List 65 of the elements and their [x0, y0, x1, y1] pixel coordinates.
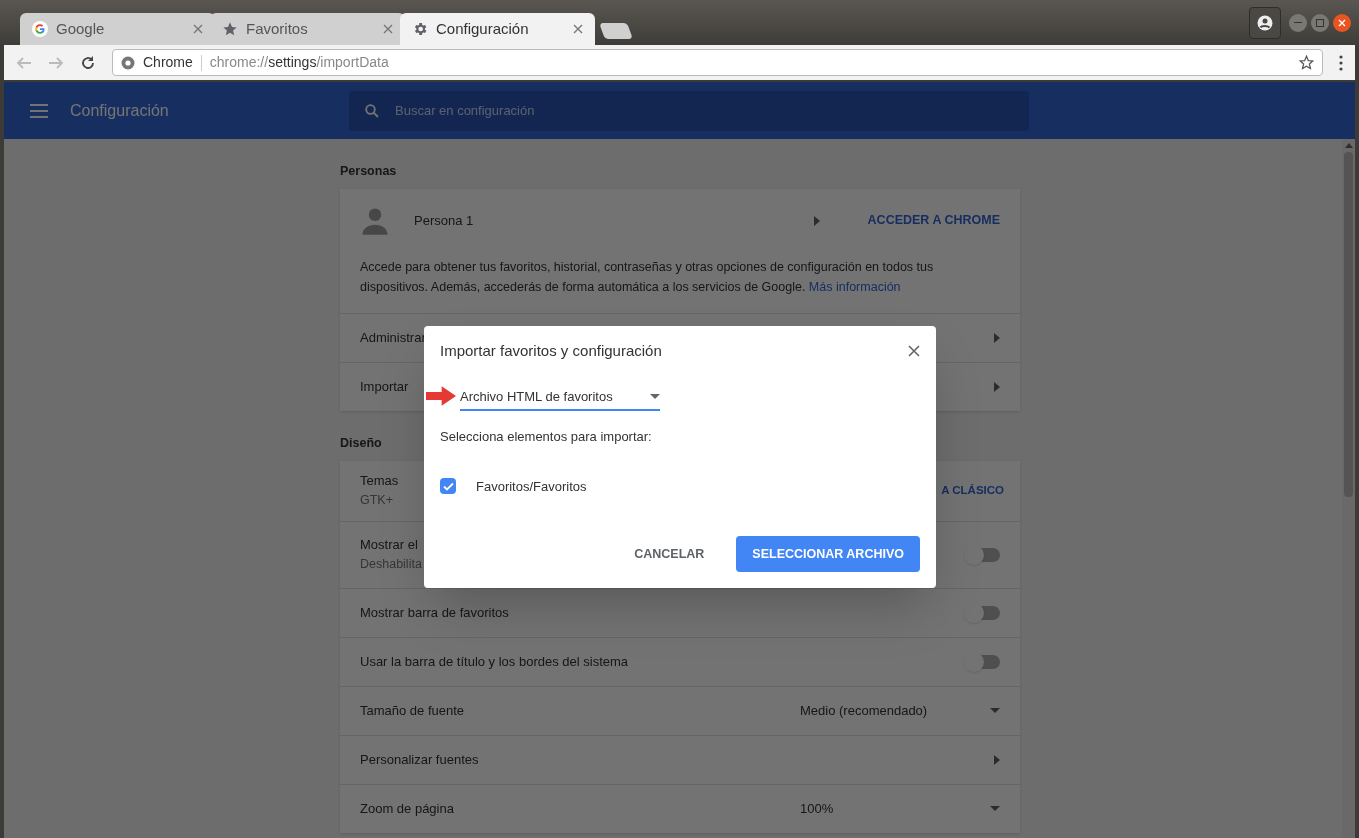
checkbox[interactable]: [440, 478, 456, 495]
menu-icon[interactable]: [30, 103, 48, 118]
chrome-page-icon: [121, 55, 135, 70]
dropdown[interactable]: Medio (recomendado): [800, 700, 1000, 721]
bookmark-star-icon[interactable]: [1299, 55, 1314, 70]
new-tab-button[interactable]: [599, 23, 633, 39]
section-title: Diseño: [340, 434, 382, 452]
select-file-button[interactable]: SELECCIONAR ARCHIVO: [736, 536, 920, 572]
page-title: Configuración: [70, 100, 170, 121]
gear-icon: [412, 21, 428, 37]
reload-icon[interactable]: [80, 54, 96, 71]
source-dropdown[interactable]: Archivo HTML de favoritos: [460, 386, 660, 411]
site-label: Chrome: [143, 53, 193, 72]
toggle-switch[interactable]: [966, 547, 1000, 562]
caret-icon: [994, 332, 1000, 343]
classic-theme-button[interactable]: A CLÁSICO: [941, 481, 1004, 500]
sign-in-link[interactable]: ACCEDER A CHROME: [867, 211, 1000, 231]
setting-label[interactable]: Administrar: [360, 328, 426, 348]
setting-label[interactable]: Importar: [360, 377, 409, 397]
dropdown[interactable]: 100%: [800, 798, 1000, 819]
person-icon: [1257, 14, 1273, 31]
profile-button[interactable]: [1249, 6, 1281, 39]
setting-label[interactable]: Personalizar fuentes: [360, 749, 479, 770]
setting-label: Tamaño de fuente: [360, 701, 465, 720]
setting-sublabel: GTK+: [360, 491, 394, 509]
browser-tab[interactable]: Configuración: [400, 13, 595, 45]
toggle-switch[interactable]: [966, 654, 1000, 669]
search-icon: [365, 103, 379, 118]
setting-label: Mostrar el: [360, 536, 419, 555]
dialog-title: Importar favoritos y configuración: [440, 341, 662, 361]
setting-label: Mostrar barra de favoritos: [360, 603, 509, 622]
close-icon[interactable]: [383, 24, 393, 34]
more-info-link[interactable]: Más información: [808, 279, 901, 294]
close-icon[interactable]: [908, 345, 920, 358]
dropdown-caret-icon: [990, 806, 1000, 811]
dropdown-caret-icon: [650, 393, 660, 399]
caret-icon: [994, 754, 1000, 765]
address-bar[interactable]: Chrome chrome://settings/importData: [112, 49, 1323, 76]
cancel-button[interactable]: CANCELAR: [626, 536, 713, 572]
setting-sublabel: Deshabilita: [360, 555, 422, 573]
sign-in-description: Accede para obtener tus favoritos, historial, contraseñas y otras opciones de configuración en todos tus dispositivos. Además, accederás de forma automática a los servicios de Google. Más información: [359, 258, 935, 296]
search-field[interactable]: Buscar en configuración: [349, 90, 1029, 131]
setting-label: Temas: [360, 472, 399, 491]
minimize-button[interactable]: [1289, 13, 1307, 32]
setting-label: Usar la barra de título y los bordes del sistema: [360, 652, 629, 671]
back-arrow-icon[interactable]: [16, 54, 32, 71]
scrollbar[interactable]: [1342, 139, 1355, 838]
checkbox-label: Favoritos/Favoritos: [476, 477, 587, 496]
close-icon[interactable]: [573, 24, 583, 34]
profile-name: Persona 1: [414, 212, 474, 230]
toggle-switch[interactable]: [966, 605, 1000, 620]
close-window-button[interactable]: [1333, 13, 1351, 32]
dropdown-caret-icon: [990, 708, 1000, 713]
close-icon[interactable]: [193, 24, 203, 34]
forward-arrow-icon[interactable]: [48, 54, 64, 71]
caret-icon: [994, 381, 1000, 392]
more-menu-icon[interactable]: [1339, 54, 1343, 71]
setting-label: Zoom de página: [360, 799, 454, 818]
url-text: chrome://settings/importData: [209, 53, 389, 72]
caret-icon: [813, 215, 820, 226]
google-logo-icon: [32, 21, 48, 37]
star-icon: [222, 21, 238, 37]
dialog-prompt: Selecciona elementos para importar:: [440, 428, 653, 446]
section-title: Personas: [340, 163, 397, 180]
close-icon: [1338, 18, 1346, 27]
